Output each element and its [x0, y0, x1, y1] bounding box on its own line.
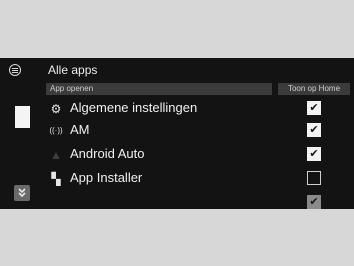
show-on-home-checkbox[interactable]: ✔ — [307, 123, 321, 137]
app-icon — [48, 195, 64, 209]
show-on-home-checkbox[interactable]: ✔ — [307, 101, 321, 115]
gear-icon: ⚙ — [50, 102, 62, 116]
app-installer-icon: ▚ — [51, 172, 61, 186]
column-header-app-open: App openen — [46, 83, 272, 95]
column-header-show-on-home: Toon op Home — [278, 83, 350, 95]
show-on-home-checkbox[interactable] — [307, 171, 321, 185]
scroll-position-indicator — [15, 106, 30, 128]
app-list-item[interactable]: ▚ App Installer — [48, 168, 348, 190]
app-list-item[interactable]: ⚙ Algemene instellingen ✔ — [48, 98, 348, 120]
list-circle-icon[interactable] — [9, 64, 21, 76]
app-list-screen: Alle apps App openen Toon op Home ⚙ Algem… — [0, 58, 354, 209]
radio-antenna-icon: ((·)) — [49, 126, 63, 135]
app-list-item[interactable]: ((·)) AM ✔ — [48, 120, 348, 142]
app-list-item[interactable]: ▲ Android Auto ✔ — [48, 144, 348, 166]
scroll-down-icon[interactable] — [14, 185, 30, 201]
show-on-home-checkbox[interactable]: ✔ — [307, 147, 321, 161]
app-label: Algemene instellingen — [70, 100, 198, 115]
app-label: Android Auto — [70, 146, 145, 161]
app-list-item[interactable]: ✔ — [48, 192, 348, 209]
page-title: Alle apps — [48, 63, 98, 77]
android-auto-icon: ▲ — [50, 148, 62, 162]
app-label: AM — [70, 122, 90, 137]
show-on-home-checkbox[interactable]: ✔ — [307, 195, 321, 209]
app-label: App Installer — [70, 170, 143, 185]
